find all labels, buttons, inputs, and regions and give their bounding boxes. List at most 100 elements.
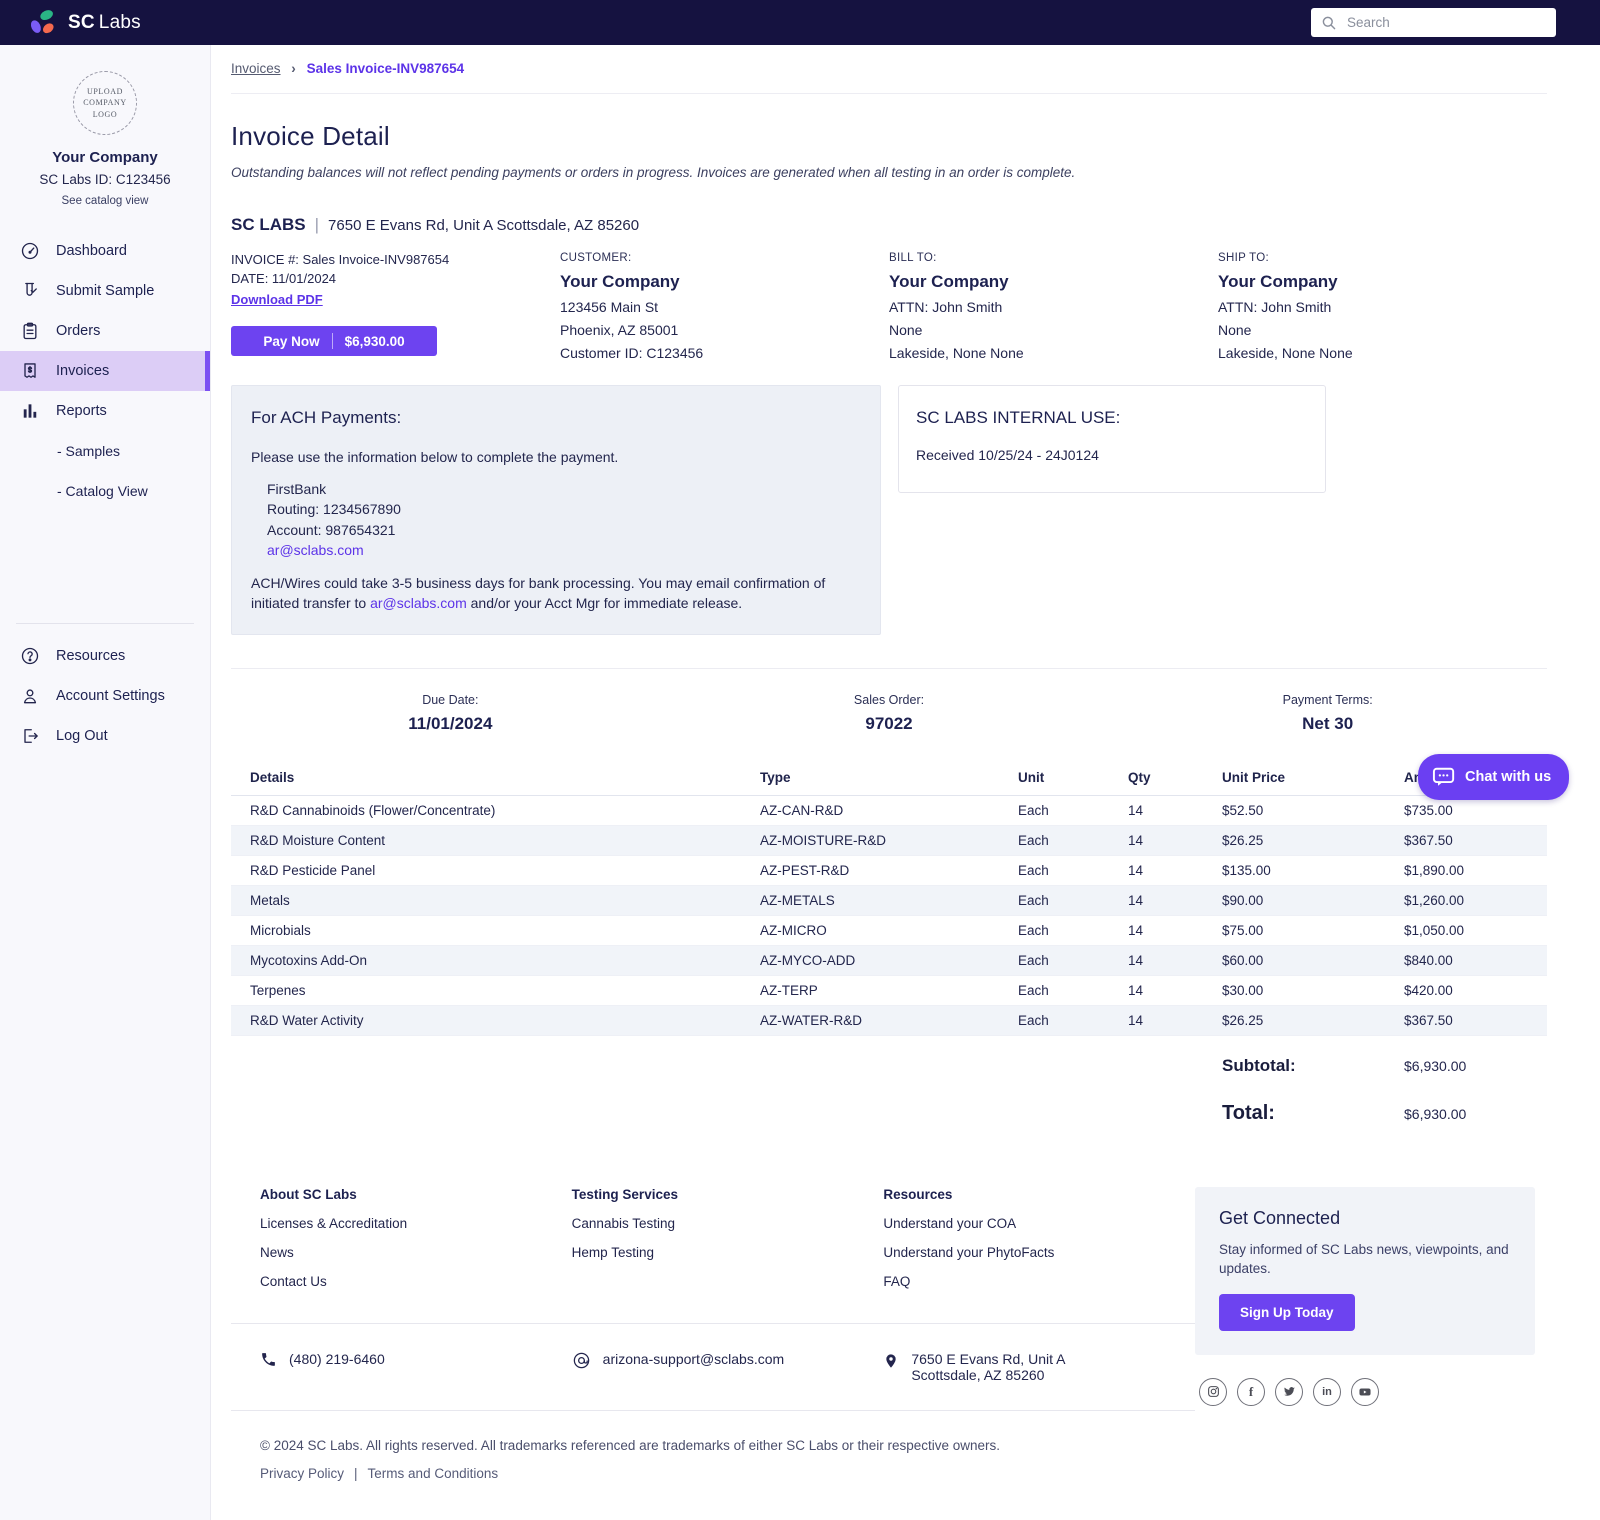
sidebar-item-log-out[interactable]: Log Out: [0, 716, 210, 756]
twitter-icon[interactable]: [1275, 1378, 1303, 1406]
table-row: R&D Water ActivityAZ-WATER-R&DEach14$26.…: [231, 1005, 1547, 1035]
cell-unit-price: $52.50: [1222, 795, 1404, 825]
lab-address-line: SC LABS | 7650 E Evans Rd, Unit A Scotts…: [231, 215, 1547, 235]
payment-terms-label: Payment Terms:: [1108, 693, 1547, 707]
facebook-icon[interactable]: f: [1237, 1378, 1265, 1406]
sidebar-item-invoices[interactable]: Invoices: [0, 351, 210, 391]
chat-with-us-button[interactable]: Chat with us: [1418, 754, 1569, 800]
internal-use-box: SC LABS INTERNAL USE: Received 10/25/24 …: [898, 385, 1326, 493]
sidebar-item-catalog-view[interactable]: - Catalog View: [0, 471, 210, 511]
youtube-icon[interactable]: [1351, 1378, 1379, 1406]
breadcrumb-invoices-link[interactable]: Invoices: [231, 61, 281, 76]
upload-company-logo[interactable]: UPLOAD COMPANY LOGO: [73, 71, 137, 135]
chat-bubble-icon: [1432, 766, 1456, 788]
customer-column: CUSTOMER: Your Company 123456 Main St Ph…: [560, 252, 889, 361]
ach-routing: Routing: 1234567890: [267, 499, 861, 519]
invoices-icon: [20, 361, 40, 381]
total-label: Total:: [1222, 1102, 1404, 1125]
ach-note-email-link[interactable]: ar@sclabs.com: [370, 595, 467, 611]
cell-details: Metals: [231, 885, 760, 915]
download-pdf-link[interactable]: Download PDF: [231, 292, 323, 307]
sales-order-value: 97022: [670, 714, 1109, 734]
footer-link-hemp-testing[interactable]: Hemp Testing: [572, 1245, 884, 1260]
sidebar-item-label: Invoices: [56, 363, 109, 379]
pay-now-label: Pay Now: [263, 334, 319, 349]
cell-qty: 14: [1128, 855, 1222, 885]
contact-strip: (480) 219-6460 arizona-support@sclabs.co…: [231, 1323, 1195, 1411]
linkedin-icon[interactable]: in: [1313, 1378, 1341, 1406]
sidebar-item-submit-sample[interactable]: Submit Sample: [0, 271, 210, 311]
cell-type: AZ-WATER-R&D: [760, 1005, 1018, 1035]
main-content: Invoices › Sales Invoice-INV987654 Invoi…: [211, 45, 1600, 1481]
cell-unit-price: $26.25: [1222, 825, 1404, 855]
instagram-icon[interactable]: [1199, 1378, 1227, 1406]
contact-phone[interactable]: (480) 219-6460: [260, 1351, 572, 1383]
cell-unit: Each: [1018, 795, 1128, 825]
terms-and-conditions-link[interactable]: Terms and Conditions: [368, 1466, 499, 1481]
footer-link-licenses[interactable]: Licenses & Accreditation: [260, 1216, 572, 1231]
footer-link-faq[interactable]: FAQ: [883, 1274, 1195, 1289]
header-unit-price: Unit Price: [1222, 764, 1404, 796]
payment-boxes-row: For ACH Payments: Please use the informa…: [231, 385, 1547, 635]
contact-address-text: 7650 E Evans Rd, Unit A Scottsdale, AZ 8…: [911, 1351, 1065, 1383]
legal-links: Privacy Policy | Terms and Conditions: [231, 1466, 1547, 1481]
sidebar-item-label: Submit Sample: [56, 283, 154, 299]
orders-icon: [20, 321, 40, 341]
user-icon: [20, 686, 40, 706]
cell-unit: Each: [1018, 1005, 1128, 1035]
pay-now-button[interactable]: Pay Now $6,930.00: [231, 326, 437, 356]
ach-email-link[interactable]: ar@sclabs.com: [267, 540, 861, 560]
brand-sc: SC: [68, 12, 95, 33]
cell-amount: $1,260.00: [1404, 885, 1547, 915]
footer-link-cannabis-testing[interactable]: Cannabis Testing: [572, 1216, 884, 1231]
sidebar: UPLOAD COMPANY LOGO Your Company SC Labs…: [0, 45, 211, 1520]
sidebar-item-dashboard[interactable]: Dashboard: [0, 231, 210, 271]
sidebar-item-samples[interactable]: - Samples: [0, 431, 210, 471]
internal-use-received: Received 10/25/24 - 24J0124: [916, 447, 1308, 463]
cell-type: AZ-PEST-R&D: [760, 855, 1018, 885]
cell-qty: 14: [1128, 975, 1222, 1005]
footer-links-area: About SC Labs Licenses & Accreditation N…: [231, 1187, 1195, 1411]
footer-column-title: Testing Services: [572, 1187, 884, 1202]
sidebar-item-orders[interactable]: Orders: [0, 311, 210, 351]
sidebar-item-label: Orders: [56, 323, 100, 339]
reports-icon: [20, 401, 40, 421]
contact-email[interactable]: arizona-support@sclabs.com: [572, 1351, 884, 1383]
breadcrumb: Invoices › Sales Invoice-INV987654: [231, 61, 1547, 76]
cell-type: AZ-TERP: [760, 975, 1018, 1005]
sc-labs-logo[interactable]: SCLabs: [26, 6, 141, 39]
see-catalog-view-link[interactable]: See catalog view: [0, 195, 210, 207]
cell-unit-price: $135.00: [1222, 855, 1404, 885]
cell-details: Microbials: [231, 915, 760, 945]
cell-unit-price: $26.25: [1222, 1005, 1404, 1035]
brand-labs: Labs: [99, 12, 141, 33]
cell-qty: 14: [1128, 915, 1222, 945]
cell-qty: 14: [1128, 795, 1222, 825]
cell-type: AZ-MICRO: [760, 915, 1018, 945]
invoice-date: DATE: 11/01/2024: [231, 271, 560, 286]
total-value: $6,930.00: [1404, 1106, 1547, 1122]
privacy-policy-link[interactable]: Privacy Policy: [260, 1466, 344, 1481]
sidebar-item-resources[interactable]: Resources: [0, 636, 210, 676]
contact-phone-number: (480) 219-6460: [289, 1351, 385, 1367]
cell-amount: $1,050.00: [1404, 915, 1547, 945]
sidebar-item-reports[interactable]: Reports: [0, 391, 210, 431]
search-input[interactable]: [1345, 14, 1546, 31]
footer-link-contact-us[interactable]: Contact Us: [260, 1274, 572, 1289]
due-date-label: Due Date:: [231, 693, 670, 707]
search-icon: [1321, 15, 1337, 31]
search-box[interactable]: [1311, 8, 1556, 37]
ach-intro: Please use the information below to comp…: [251, 449, 861, 465]
at-icon: [572, 1351, 591, 1370]
due-date-value: 11/01/2024: [231, 714, 670, 734]
footer-link-understand-coa[interactable]: Understand your COA: [883, 1216, 1195, 1231]
cell-unit: Each: [1018, 825, 1128, 855]
footer-link-understand-phytofacts[interactable]: Understand your PhytoFacts: [883, 1245, 1195, 1260]
contact-address-line: 7650 E Evans Rd, Unit A: [911, 1351, 1065, 1367]
footer-link-news[interactable]: News: [260, 1245, 572, 1260]
sign-up-today-button[interactable]: Sign Up Today: [1219, 1294, 1355, 1331]
sales-order-block: Sales Order: 97022: [670, 693, 1109, 734]
sidebar-item-account-settings[interactable]: Account Settings: [0, 676, 210, 716]
cell-type: AZ-MYCO-ADD: [760, 945, 1018, 975]
breadcrumb-separator: ›: [291, 61, 296, 76]
